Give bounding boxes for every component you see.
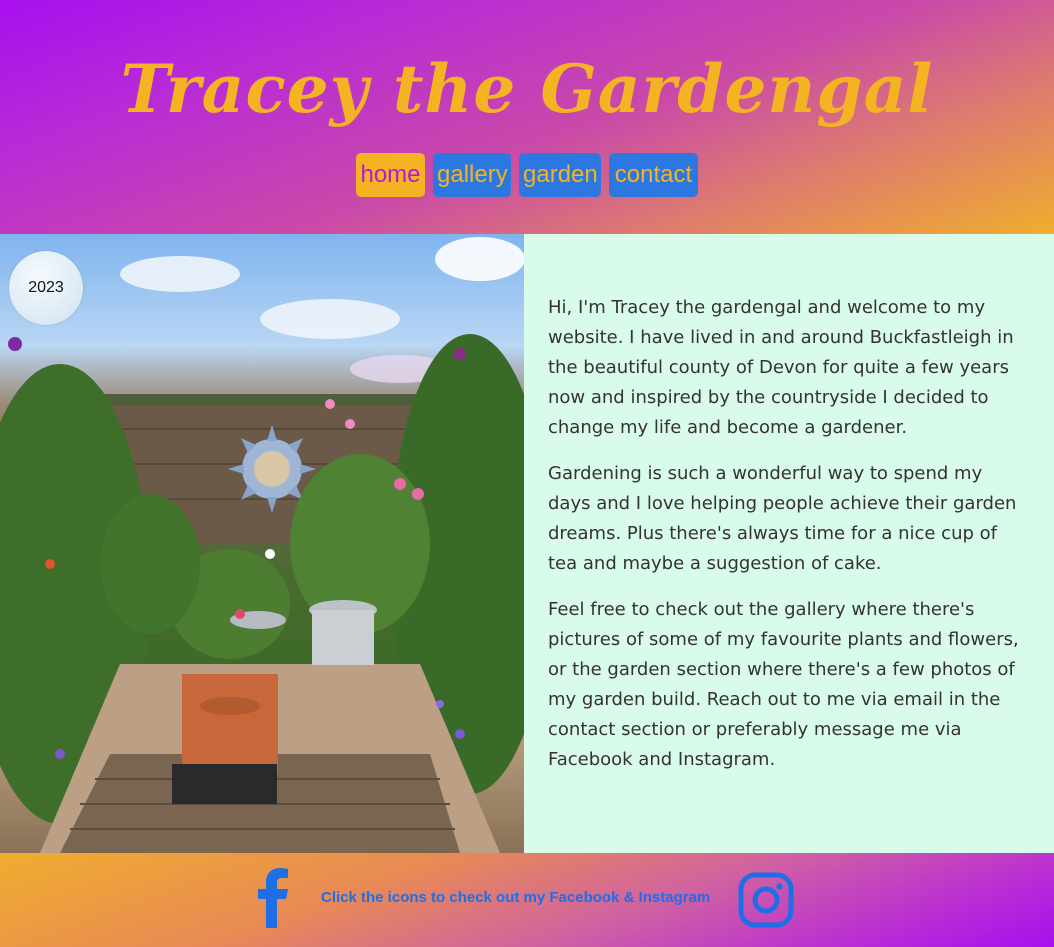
- nav-contact-button[interactable]: contact: [609, 153, 698, 197]
- garden-illustration: [0, 237, 524, 853]
- intro-paragraph-2: Gardening is such a wonderful way to spe…: [548, 463, 1017, 574]
- main-nav: home gallery garden contact: [0, 153, 1054, 197]
- intro-paragraph-1: Hi, I'm Tracey the gardengal and welcome…: [548, 297, 1014, 438]
- facebook-icon[interactable]: [254, 868, 294, 928]
- nav-home-button[interactable]: home: [356, 153, 425, 197]
- site-header: Tracey the Gardengal home gallery garden…: [0, 0, 1054, 234]
- intro-paragraph-3: Feel free to check out the gallery where…: [548, 599, 1019, 770]
- site-title: Tracey the Gardengal: [120, 50, 934, 128]
- nav-gallery-button[interactable]: gallery: [433, 153, 511, 197]
- year-badge: 2023: [9, 251, 83, 325]
- instagram-icon[interactable]: [738, 872, 794, 928]
- nav-garden-button[interactable]: garden: [519, 153, 601, 197]
- footer-social-text: Click the icons to check out my Facebook…: [321, 889, 711, 906]
- garden-photo: [0, 234, 524, 853]
- intro-section: Hi, I'm Tracey the gardengal and welcome…: [524, 234, 1054, 853]
